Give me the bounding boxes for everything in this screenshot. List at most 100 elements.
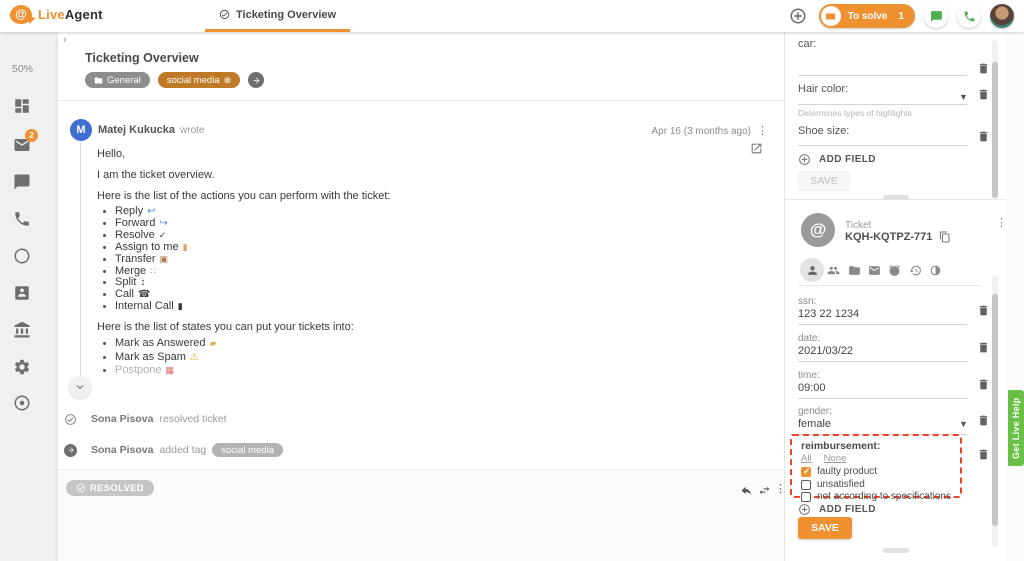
tab-alarm-icon[interactable] [888, 264, 901, 277]
online-visitors-icon[interactable] [13, 247, 31, 265]
details-sidebar: car: Hair color: ▼ Determines types of h… [784, 32, 1006, 561]
dropdown-caret-icon[interactable]: ▼ [959, 92, 968, 102]
add-field-button[interactable]: ADD FIELD [798, 503, 876, 516]
copy-icon[interactable] [939, 231, 951, 243]
resolved-check-icon [64, 413, 77, 426]
to-solve-count: 1 [898, 11, 904, 22]
collapse-chevron[interactable]: › [63, 34, 67, 46]
delete-field-icon[interactable] [977, 414, 990, 427]
checkbox-not-to-spec[interactable] [801, 492, 811, 502]
gender-field-value[interactable]: female [798, 418, 831, 430]
car-field-label: car: [798, 38, 816, 50]
tab-label: Ticketing Overview [236, 9, 336, 21]
delete-field-icon[interactable] [977, 88, 990, 101]
select-none-link[interactable]: None [824, 453, 847, 464]
settings-gear-icon[interactable] [13, 358, 31, 376]
add-new-button[interactable] [786, 4, 810, 28]
open-in-new-icon[interactable] [750, 142, 763, 155]
save-button[interactable]: SAVE [798, 517, 852, 539]
reply-action-icon[interactable] [740, 484, 753, 497]
delete-field-icon[interactable] [977, 304, 990, 317]
select-all-link[interactable]: All [801, 453, 812, 464]
reimbursement-highlight-box: reimbursement: All None faulty product u… [790, 434, 962, 498]
input-underline [798, 398, 967, 399]
panel-resize-handle[interactable] [883, 195, 909, 200]
input-underline [798, 324, 967, 325]
scrollbar-thumb[interactable] [992, 294, 998, 526]
to-solve-button[interactable]: To solve 1 [819, 4, 915, 28]
panel-resize-handle[interactable] [883, 548, 909, 553]
checkbox-label: unsatisfied [817, 479, 865, 490]
chats-nav-icon[interactable] [13, 173, 31, 191]
actions-list: Reply↩ Forward↪ Resolve✓ Assign to me▮ T… [115, 206, 188, 313]
contacts-icon[interactable] [13, 284, 31, 302]
date-field-value[interactable]: 2021/03/22 [798, 345, 853, 357]
tab-history-icon[interactable] [909, 264, 922, 277]
input-underline [798, 75, 967, 76]
ticket-kind-label: Ticket [845, 220, 871, 231]
time-field-label: time: [798, 370, 820, 381]
calls-button[interactable] [957, 4, 981, 28]
remove-tag-icon[interactable]: ⊗ [224, 75, 232, 86]
chats-button[interactable] [924, 4, 948, 28]
tab-contact-details[interactable] [800, 258, 824, 282]
liveagent-logo[interactable]: @ LiveAgent [10, 5, 103, 24]
transfer-action-icon[interactable] [758, 484, 771, 497]
time-field-value[interactable]: 09:00 [798, 382, 826, 394]
dashboard-icon[interactable] [13, 97, 31, 115]
answered-icon: ▰ [209, 338, 216, 348]
tab-contrast-icon[interactable] [929, 264, 942, 277]
delete-field-icon[interactable] [977, 448, 990, 461]
get-live-help-button[interactable]: Get Live Help [1008, 390, 1024, 466]
page-title: Ticketing Overview [85, 51, 199, 65]
message-verb: wrote [180, 125, 204, 136]
input-underline [798, 361, 967, 362]
input-underline [798, 145, 967, 146]
social-media-tag[interactable]: social media ⊗ [158, 72, 240, 88]
dropdown-caret-icon[interactable]: ▼ [959, 419, 968, 429]
internal-call-icon: ▮ [178, 301, 183, 311]
event-action: resolved ticket [159, 413, 226, 425]
user-avatar[interactable] [990, 4, 1014, 28]
checkbox-faulty-product[interactable] [801, 467, 811, 477]
target-icon[interactable] [13, 394, 31, 412]
delete-field-icon[interactable] [977, 341, 990, 354]
tab-group-icon[interactable] [827, 264, 840, 277]
departments-icon[interactable] [13, 321, 31, 339]
chat-icon [930, 10, 943, 23]
gender-field-label: gender: [798, 406, 832, 417]
author-avatar[interactable]: M [70, 119, 92, 141]
checkbox-unsatisfied[interactable] [801, 480, 811, 490]
tab-folder-icon[interactable] [848, 264, 861, 277]
transfer-box-icon: ▣ [160, 254, 169, 264]
to-solve-label: To solve [848, 11, 888, 22]
list-item: Mark as Spam⚠ [115, 351, 216, 365]
message-menu-icon[interactable]: ⋮ [757, 124, 768, 137]
add-field-button[interactable]: ADD FIELD [798, 153, 876, 166]
tab-mail-icon[interactable] [868, 264, 881, 277]
ssn-field-value[interactable]: 123 22 1234 [798, 308, 859, 320]
event-tag-pill: social media [212, 443, 283, 457]
more-actions-icon[interactable]: ⋮ [775, 482, 784, 495]
tab-ticketing-overview[interactable]: Ticketing Overview [205, 0, 350, 32]
chevron-down-icon [73, 380, 87, 394]
event-tag-row: Sona Pisova added tag social media [63, 443, 283, 457]
merge-icon: ∷ [150, 266, 156, 276]
calls-nav-icon[interactable] [13, 210, 31, 228]
tag-added-icon [64, 444, 77, 457]
event-author: Sona Pisova [91, 444, 153, 456]
collapse-message-button[interactable] [69, 376, 91, 398]
delete-field-icon[interactable] [977, 130, 990, 143]
scrollbar-thumb[interactable] [992, 62, 998, 198]
divider [798, 285, 980, 286]
department-tag[interactable]: General [85, 72, 150, 88]
folder-icon [94, 76, 103, 85]
states-heading: Here is the list of states you can put y… [97, 321, 354, 333]
reimbursement-label: reimbursement: [801, 440, 880, 452]
delete-field-icon[interactable] [977, 378, 990, 391]
actions-heading: Here is the list of the actions you can … [97, 190, 390, 202]
save-button-disabled: SAVE [798, 171, 850, 191]
delete-field-icon[interactable] [977, 62, 990, 75]
phone-icon [963, 10, 976, 23]
add-tag-button[interactable] [248, 72, 264, 88]
